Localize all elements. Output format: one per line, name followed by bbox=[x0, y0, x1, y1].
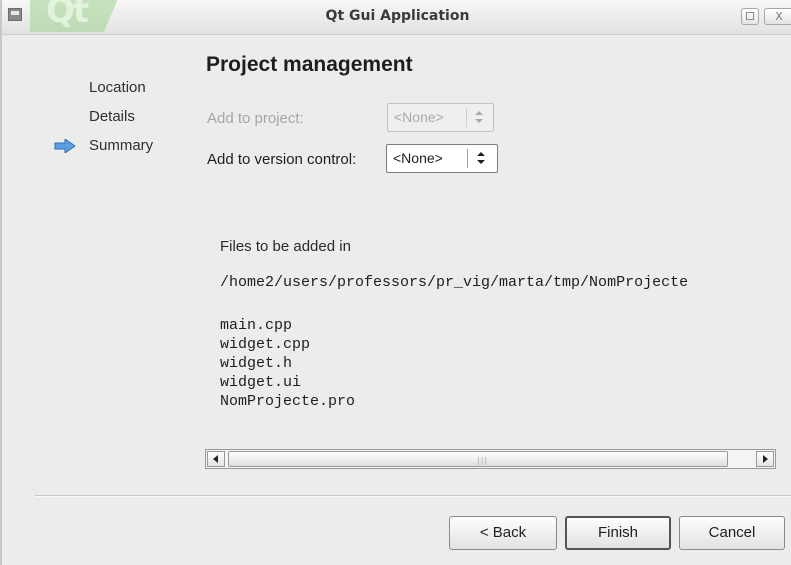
project-path: /home2/users/professors/pr_vig/marta/tmp… bbox=[220, 274, 689, 291]
file-item: widget.h bbox=[220, 355, 293, 372]
window-title: Qt Gui Application bbox=[325, 8, 470, 24]
sidebar-step-details: Details bbox=[89, 108, 135, 125]
version-control-label: Add to version control: bbox=[207, 151, 357, 168]
scroll-left-icon[interactable] bbox=[207, 451, 225, 467]
finish-button[interactable]: Finish bbox=[565, 516, 671, 550]
add-to-project-combo: <None> bbox=[387, 103, 494, 132]
back-button[interactable]: < Back bbox=[449, 516, 557, 550]
scroll-grip: ||| bbox=[477, 456, 489, 465]
version-control-combo[interactable]: <None> bbox=[386, 144, 498, 173]
file-list: main.cpp widget.cpp widget.h widget.ui N… bbox=[220, 316, 355, 411]
add-to-project-value: <None> bbox=[394, 109, 444, 125]
horizontal-scrollbar[interactable]: ||| bbox=[205, 449, 776, 469]
current-step-arrow-icon bbox=[54, 139, 76, 153]
file-item: main.cpp bbox=[220, 317, 293, 334]
scroll-thumb[interactable]: ||| bbox=[228, 451, 728, 467]
file-item: widget.cpp bbox=[220, 336, 311, 353]
file-item: NomProjecte.pro bbox=[220, 393, 356, 410]
title-bar[interactable]: Qt Qt Gui Application X bbox=[2, 0, 791, 35]
cancel-button[interactable]: Cancel bbox=[679, 516, 785, 550]
files-label: Files to be added in bbox=[220, 238, 351, 255]
file-item: widget.ui bbox=[220, 374, 302, 391]
divider bbox=[35, 495, 791, 497]
sidebar-step-location: Location bbox=[89, 79, 146, 96]
sidebar-step-summary: Summary bbox=[89, 137, 154, 154]
version-control-value: <None> bbox=[393, 150, 443, 166]
spin-arrows-icon bbox=[475, 111, 483, 123]
maximize-button[interactable] bbox=[741, 8, 759, 25]
page-title: Project management bbox=[206, 53, 413, 76]
add-to-project-label: Add to project: bbox=[207, 110, 304, 127]
spin-arrows-icon bbox=[477, 152, 485, 164]
scroll-right-icon[interactable] bbox=[756, 451, 774, 467]
close-button[interactable]: X bbox=[764, 8, 791, 25]
wizard-window: Qt Qt Gui Application X Location Details… bbox=[0, 0, 791, 565]
